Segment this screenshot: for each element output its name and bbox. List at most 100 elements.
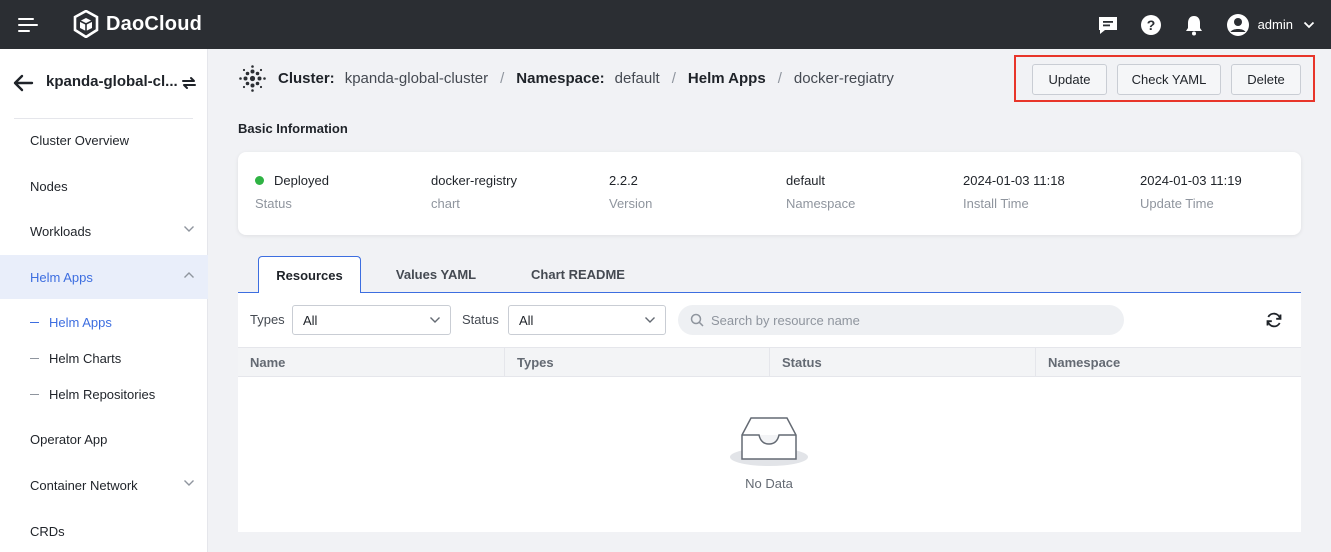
info-value: 2.2.2 (609, 172, 638, 188)
sidebar-item-crds[interactable]: CRDs (0, 509, 208, 552)
search-input[interactable] (711, 312, 1111, 328)
sidebar-subitem-helm-apps[interactable]: Helm Apps (0, 304, 208, 340)
daocloud-logo-icon (73, 10, 99, 38)
info-label: Version (609, 196, 653, 211)
info-label: Update Time (1140, 196, 1214, 211)
status-select-value: All (519, 312, 534, 328)
status-filter-label: Status (462, 312, 499, 327)
user-menu[interactable]: admin (1226, 13, 1315, 37)
info-update-time: 2024-01-03 11:19 Update Time (1140, 172, 1242, 212)
chevron-down-icon (184, 480, 194, 486)
sidebar-item-workloads[interactable]: Workloads (0, 209, 208, 253)
daocloud-logo[interactable]: DaoCloud (72, 10, 202, 38)
tab-chart-readme[interactable]: Chart README (516, 256, 640, 293)
refresh-icon[interactable] (1264, 310, 1284, 330)
info-status: Deployed Status (255, 172, 329, 211)
menu-icon[interactable] (18, 15, 40, 35)
empty-state: No Data (728, 413, 810, 491)
sidebar-item-label: CRDs (30, 523, 65, 539)
sidebar-item-operator-app[interactable]: Operator App (0, 417, 208, 461)
info-label: chart (431, 196, 460, 211)
delete-button[interactable]: Delete (1231, 64, 1301, 95)
sidebar-subitem-label: Helm Charts (49, 350, 122, 366)
breadcrumb-separator: / (671, 69, 676, 87)
cluster-name: kpanda-global-cl... (46, 73, 178, 90)
help-icon[interactable]: ? (1139, 13, 1163, 37)
types-filter-label: Types (250, 312, 285, 327)
sidebar-item-label: Container Network (30, 477, 138, 493)
chevron-down-icon (1303, 21, 1315, 28)
info-label: Status (255, 196, 292, 211)
sidebar-item-container-network[interactable]: Container Network (0, 463, 208, 507)
sidebar: kpanda-global-cl... Cluster Overview Nod… (0, 49, 208, 552)
sidebar-item-label: Helm Apps (30, 269, 93, 285)
resources-panel: Types All Status All Name Types Status N… (238, 293, 1301, 532)
sidebar-header: kpanda-global-cl... (0, 49, 208, 117)
info-value: docker-registry (431, 172, 517, 188)
info-value: default (786, 172, 826, 188)
chevron-up-icon (184, 272, 194, 278)
search-icon (690, 313, 704, 327)
section-title: Basic Information (238, 121, 348, 136)
check-yaml-button[interactable]: Check YAML (1117, 64, 1221, 95)
info-namespace: default Namespace (786, 172, 856, 212)
dash-marker (30, 393, 39, 395)
empty-box-icon (730, 417, 808, 466)
breadcrumb: Cluster: kpanda-global-cluster / Namespa… (238, 63, 894, 93)
info-value: 2024-01-03 11:18 (963, 172, 1065, 188)
chevron-down-icon (645, 317, 655, 323)
empty-text: No Data (745, 476, 793, 491)
breadcrumb-current: docker-regiatry (793, 69, 894, 87)
switch-cluster-icon[interactable] (180, 74, 198, 92)
status-select[interactable]: All (508, 305, 666, 335)
bell-icon[interactable] (1182, 13, 1206, 37)
user-icon (1226, 13, 1249, 36)
breadcrumb-helm-apps-link[interactable]: Helm Apps (688, 70, 766, 87)
chevron-down-icon (184, 226, 194, 232)
sidebar-item-label: Workloads (30, 223, 92, 239)
breadcrumb-cluster-label: Cluster: (278, 69, 335, 87)
sidebar-item-nodes[interactable]: Nodes (0, 164, 208, 208)
breadcrumb-separator: / (777, 69, 782, 87)
sidebar-item-cluster-overview[interactable]: Cluster Overview (0, 118, 208, 162)
back-arrow-icon[interactable] (12, 73, 34, 93)
types-select[interactable]: All (292, 305, 451, 335)
table-header: Name Types Status Namespace (238, 347, 1301, 377)
info-value: 2024-01-03 11:19 (1140, 172, 1242, 188)
column-header-types[interactable]: Types (504, 348, 769, 376)
info-chart: docker-registry chart (431, 172, 517, 212)
sidebar-subitem-helm-charts[interactable]: Helm Charts (0, 340, 208, 376)
column-header-name[interactable]: Name (238, 348, 504, 376)
sidebar-item-label: Operator App (30, 431, 108, 447)
sidebar-subitem-label: Helm Apps (49, 314, 112, 330)
basic-info-card: Deployed Status docker-registry chart 2.… (238, 152, 1301, 235)
info-version: 2.2.2 Version (609, 172, 653, 212)
column-header-status[interactable]: Status (769, 348, 1035, 376)
dash-marker (30, 321, 39, 323)
column-header-namespace[interactable]: Namespace (1035, 348, 1301, 376)
types-select-value: All (303, 312, 318, 328)
status-dot (255, 175, 264, 185)
update-button[interactable]: Update (1032, 64, 1107, 95)
sidebar-item-helm-apps[interactable]: Helm Apps (0, 255, 208, 299)
helm-app-icon (239, 64, 266, 92)
tab-resources[interactable]: Resources (258, 256, 361, 294)
dash-marker (30, 357, 39, 359)
top-bar: DaoCloud ? admin (0, 0, 1331, 49)
search-box[interactable] (678, 305, 1124, 335)
sidebar-subitem-helm-repositories[interactable]: Helm Repositories (0, 376, 208, 412)
info-label: Namespace (786, 196, 856, 211)
sidebar-item-label: Nodes (30, 178, 68, 194)
sidebar-item-label: Cluster Overview (30, 132, 129, 148)
message-icon[interactable] (1096, 13, 1120, 37)
breadcrumb-cluster-link[interactable]: kpanda-global-cluster (345, 70, 488, 87)
breadcrumb-namespace-label: Namespace: (516, 69, 605, 87)
info-install-time: 2024-01-03 11:18 Install Time (963, 172, 1065, 212)
user-name: admin (1257, 17, 1293, 32)
breadcrumb-namespace-link[interactable]: default (615, 70, 660, 87)
info-label: Install Time (963, 196, 1029, 211)
chevron-down-icon (430, 317, 440, 323)
status-value: Deployed (274, 172, 329, 188)
sidebar-subitem-label: Helm Repositories (49, 386, 156, 402)
tab-values-yaml[interactable]: Values YAML (378, 256, 494, 293)
